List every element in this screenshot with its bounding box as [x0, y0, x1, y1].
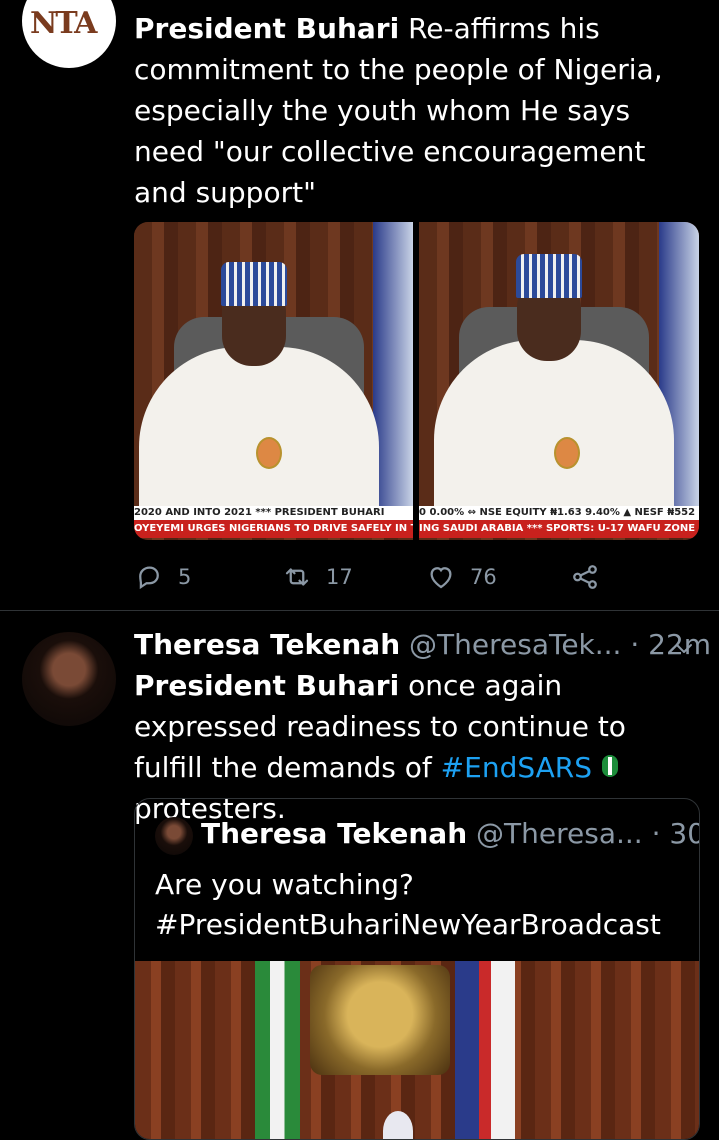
- share-button[interactable]: [570, 560, 614, 594]
- retweet-icon: [285, 568, 309, 586]
- hashtag-endsars[interactable]: #EndSARS: [441, 751, 592, 784]
- media-grid: 2020 AND INTO 2021 *** PRESIDENT BUHARI …: [134, 222, 699, 540]
- nta-logo: NTA: [30, 6, 97, 41]
- fist-emoji-icon: [602, 755, 619, 777]
- tweet-text: President Buhari Re-affirms his commitme…: [134, 8, 699, 213]
- quote-display-name: Theresa Tekenah: [201, 817, 468, 850]
- quote-media-photo[interactable]: [135, 961, 699, 1139]
- quote-line-1: Are you watching?: [155, 868, 414, 901]
- quote-text: Are you watching? #PresidentBuhariNewYea…: [155, 865, 661, 945]
- heart-icon: [430, 567, 452, 589]
- ticker-top-1: 2020 AND INTO 2021 *** PRESIDENT BUHARI: [134, 506, 413, 520]
- ticker-bottom-2: ING SAUDI ARABIA *** SPORTS: U-17 WAFU Z…: [419, 520, 699, 538]
- tweet-header: Theresa Tekenah @TheresaTek... · 22m: [134, 626, 711, 664]
- handle-time: @TheresaTek... · 22m: [400, 628, 712, 661]
- retweet-button[interactable]: 17: [282, 560, 353, 594]
- quote-handle-time: @Theresa... · 30m: [476, 817, 699, 850]
- ticker-top-2: 0 0.00% ⇔ NSE EQUITY ₦1.63 9.40% ▲ NESF …: [419, 506, 699, 520]
- reply-count: 5: [178, 565, 192, 589]
- quote-header: Theresa Tekenah @Theresa... · 30m: [201, 815, 699, 853]
- like-button[interactable]: 76: [426, 560, 497, 594]
- media-photo-2[interactable]: 0 0.00% ⇔ NSE EQUITY ₦1.63 9.40% ▲ NESF …: [419, 222, 699, 540]
- display-name[interactable]: Theresa Tekenah: [134, 628, 400, 661]
- tweet-divider: [0, 610, 719, 611]
- ticker-bottom-1: OYEYEMI URGES NIGERIANS TO DRIVE SAFELY …: [134, 520, 413, 538]
- reply-icon: [139, 566, 159, 590]
- share-icon: [573, 565, 597, 589]
- quote-avatar: [155, 817, 193, 855]
- nta-avatar[interactable]: NTA: [22, 0, 116, 68]
- like-count: 76: [470, 565, 497, 589]
- tweet-text-bold-2: President Buhari: [134, 669, 400, 702]
- chevron-down-icon[interactable]: [672, 636, 696, 660]
- quote-line-2[interactable]: #PresidentBuhariNewYearBroadcast: [155, 905, 661, 945]
- retweet-count: 17: [326, 565, 353, 589]
- tweet-text-bold: President Buhari: [134, 12, 400, 45]
- theresa-avatar[interactable]: [22, 632, 116, 726]
- media-photo-1[interactable]: 2020 AND INTO 2021 *** PRESIDENT BUHARI …: [134, 222, 413, 540]
- reply-button[interactable]: 5: [134, 560, 191, 594]
- quoted-tweet[interactable]: Theresa Tekenah @Theresa... · 30m Are yo…: [134, 798, 700, 1140]
